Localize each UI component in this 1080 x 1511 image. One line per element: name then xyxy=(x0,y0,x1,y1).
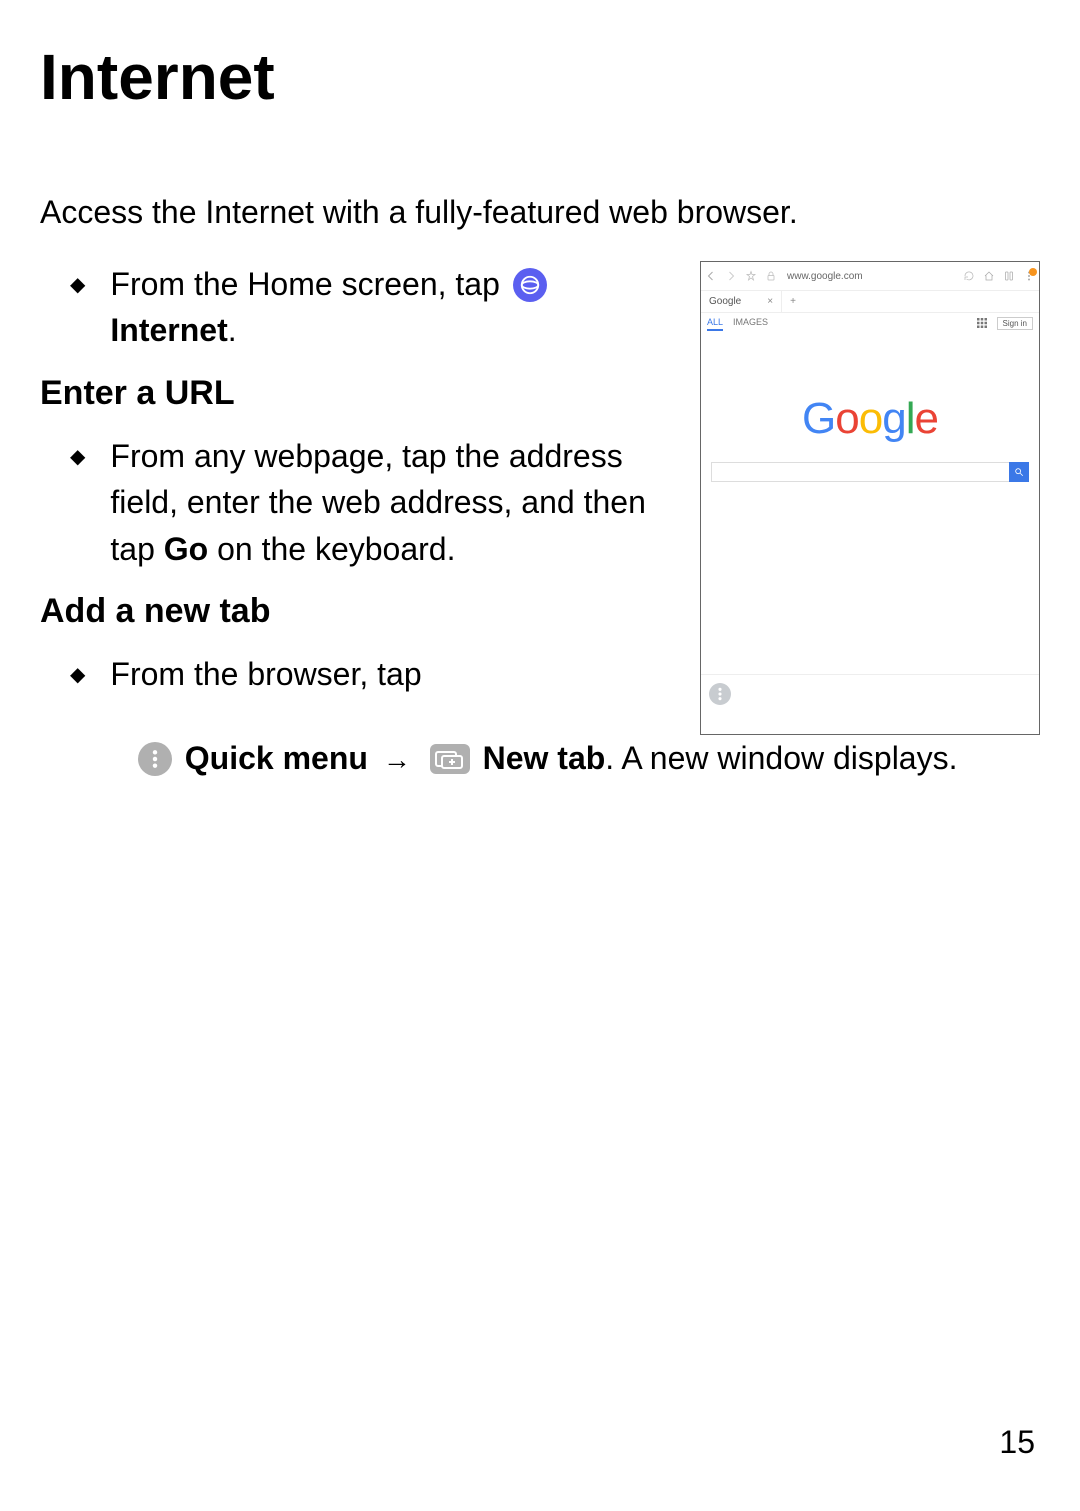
browser-screenshot: www.google.com Google × + ALL IMAGES xyxy=(700,261,1040,735)
page-title: Internet xyxy=(40,40,1040,114)
logo-g: G xyxy=(802,394,835,443)
intro-text: Access the Internet with a fully-feature… xyxy=(40,194,1040,231)
new-tab-button[interactable]: + xyxy=(782,296,804,307)
quick-menu-label: Quick menu xyxy=(185,740,368,776)
bullet3-end: . A new window displays. xyxy=(605,740,957,776)
notification-dot xyxy=(1029,268,1037,276)
bullet-home-screen: ◆ From the Home screen, tap Internet. xyxy=(70,261,680,354)
lock-icon xyxy=(765,270,777,282)
bullet-marker: ◆ xyxy=(70,443,85,572)
tab-bar: Google × + xyxy=(701,290,1039,312)
subnav-all[interactable]: ALL xyxy=(707,317,723,331)
tab-label: Google xyxy=(709,296,741,307)
more-icon[interactable] xyxy=(1023,270,1035,282)
bullet-enter-url: ◆ From any webpage, tap the address fiel… xyxy=(70,433,680,572)
home-icon[interactable] xyxy=(983,270,995,282)
logo-o2: o xyxy=(859,394,882,443)
page-body: Google xyxy=(701,334,1039,674)
bookmarks-icon[interactable] xyxy=(1003,270,1015,282)
subnav-images[interactable]: IMAGES xyxy=(733,317,768,331)
quick-menu-icon xyxy=(138,742,172,776)
go-label: Go xyxy=(164,531,208,567)
logo-e: e xyxy=(914,394,937,443)
bullet1-end: . xyxy=(228,312,237,348)
logo-o1: o xyxy=(835,394,858,443)
bullet3-continuation: Quick menu → New tab. A new window displ… xyxy=(70,735,1040,781)
star-icon[interactable] xyxy=(745,270,757,282)
address-bar[interactable]: www.google.com xyxy=(785,271,955,282)
apps-grid-icon[interactable] xyxy=(977,318,987,330)
bullet2-text2: on the keyboard. xyxy=(208,531,455,567)
search-input[interactable] xyxy=(711,462,1009,482)
back-icon[interactable] xyxy=(705,270,717,282)
bullet1-text: From the Home screen, tap xyxy=(110,266,508,302)
internet-icon xyxy=(513,268,547,302)
google-subnav: ALL IMAGES Sign in xyxy=(701,312,1039,334)
browser-toolbar: www.google.com xyxy=(701,262,1039,290)
reload-icon[interactable] xyxy=(963,270,975,282)
internet-label: Internet xyxy=(110,312,227,348)
new-tab-label: New tab xyxy=(483,740,606,776)
forward-icon[interactable] xyxy=(725,270,737,282)
bullet-marker: ◆ xyxy=(70,661,85,697)
sign-in-button[interactable]: Sign in xyxy=(997,317,1033,330)
section-add-tab: Add a new tab xyxy=(40,592,680,631)
search-button[interactable] xyxy=(1009,462,1029,482)
arrow-separator: → xyxy=(383,744,411,775)
page-number: 15 xyxy=(999,1424,1035,1461)
bullet-add-tab: ◆ From the browser, tap xyxy=(70,651,680,697)
new-tab-icon xyxy=(430,744,470,774)
browser-footer xyxy=(701,674,1039,734)
tab-google[interactable]: Google × xyxy=(701,291,782,312)
quick-menu-button[interactable] xyxy=(709,683,731,705)
bullet3-text1: From the browser, tap xyxy=(110,651,421,697)
close-tab-icon[interactable]: × xyxy=(767,296,773,307)
section-enter-url: Enter a URL xyxy=(40,374,680,413)
bullet-marker: ◆ xyxy=(70,271,85,354)
google-logo: Google xyxy=(701,394,1039,444)
logo-g2: g xyxy=(882,394,905,443)
